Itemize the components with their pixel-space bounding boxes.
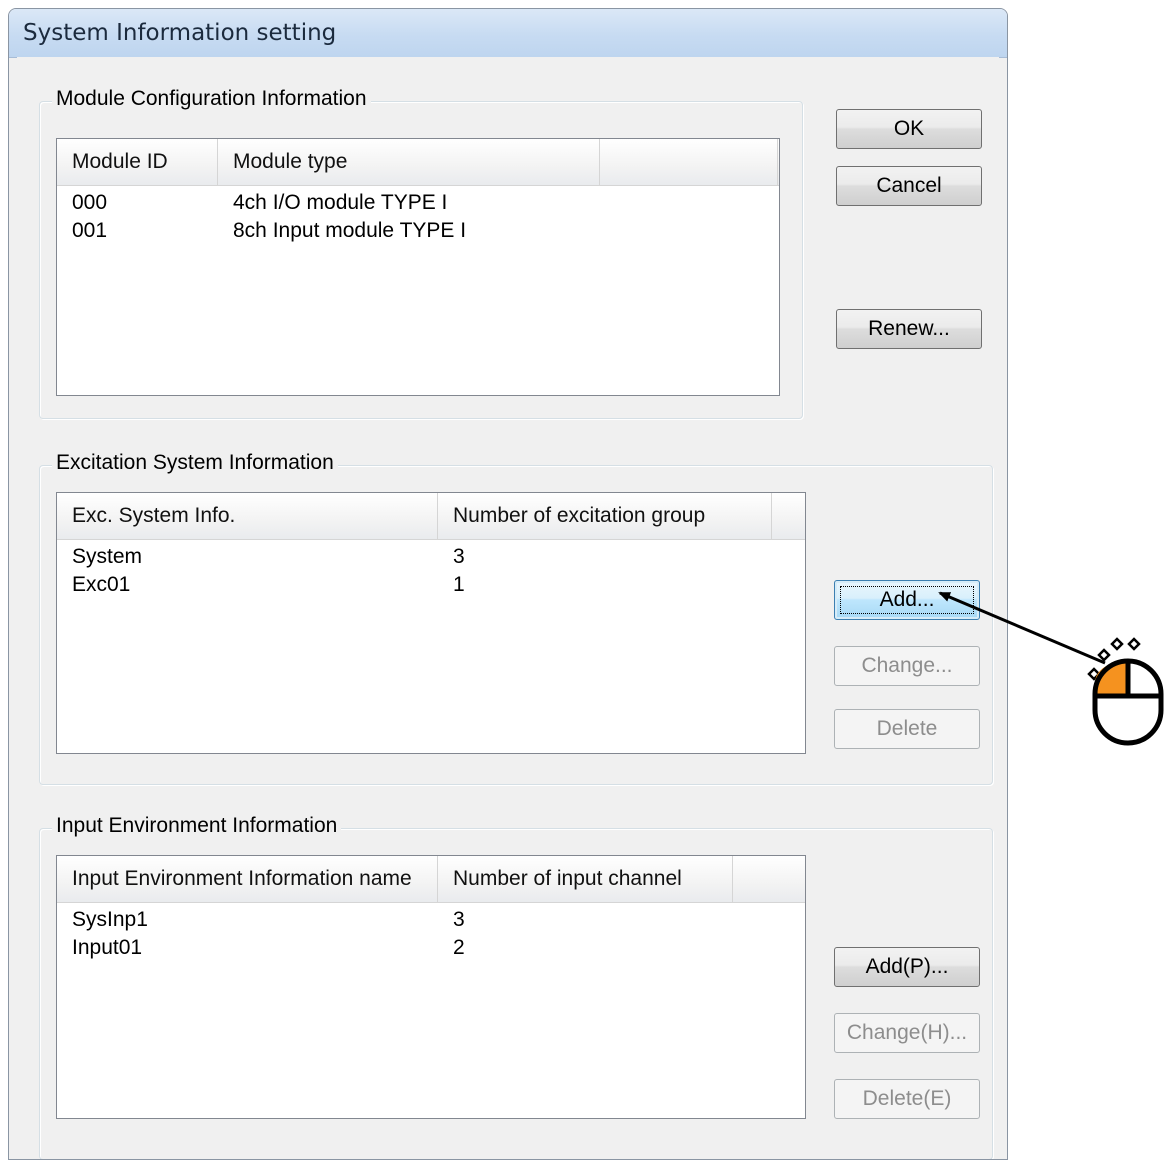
table-row[interactable]: Exc01 1 bbox=[57, 571, 805, 599]
input-channel-count-cell: 2 bbox=[453, 936, 465, 959]
excitation-system-legend: Excitation System Information bbox=[52, 451, 338, 475]
column-header-module-type[interactable]: Module type bbox=[218, 139, 600, 185]
excitation-list-header: Exc. System Info. Number of excitation g… bbox=[57, 493, 805, 540]
column-header-exc-system-info[interactable]: Exc. System Info. bbox=[57, 493, 438, 539]
exc-system-name-cell: System bbox=[72, 545, 143, 568]
module-config-legend: Module Configuration Information bbox=[52, 87, 371, 111]
module-type-cell: 8ch Input module TYPE I bbox=[233, 219, 467, 242]
input-environment-list[interactable]: Input Environment Information name Numbe… bbox=[56, 855, 806, 1119]
input-environment-name-cell: Input01 bbox=[72, 936, 143, 959]
excitation-group-count-cell: 3 bbox=[453, 545, 465, 568]
module-type-cell: 4ch I/O module TYPE I bbox=[233, 191, 448, 214]
module-id-cell: 000 bbox=[72, 191, 108, 214]
pointer-arrow-icon bbox=[938, 591, 1106, 665]
table-row[interactable]: 001 8ch Input module TYPE I bbox=[57, 217, 779, 245]
input-delete-button[interactable]: Delete(E) bbox=[834, 1079, 980, 1119]
renew-button[interactable]: Renew... bbox=[836, 309, 982, 349]
input-environment-legend: Input Environment Information bbox=[52, 814, 342, 838]
module-config-group: Module Configuration Information Module … bbox=[39, 87, 803, 419]
input-environment-group: Input Environment Information Input Envi… bbox=[39, 814, 993, 1159]
dialog-title: System Information setting bbox=[23, 20, 337, 46]
module-list-header: Module ID Module type bbox=[57, 139, 779, 186]
mouse-left-click-icon bbox=[1085, 636, 1170, 746]
column-header-empty bbox=[600, 139, 778, 185]
column-header-number-of-excitation-group[interactable]: Number of excitation group bbox=[438, 493, 772, 539]
input-channel-count-cell: 3 bbox=[453, 908, 465, 931]
column-header-input-environment-name[interactable]: Input Environment Information name bbox=[57, 856, 438, 902]
cancel-button[interactable]: Cancel bbox=[836, 166, 982, 206]
excitation-system-group: Excitation System Information Exc. Syste… bbox=[39, 451, 993, 785]
table-row[interactable]: Input01 2 bbox=[57, 934, 805, 962]
exc-system-name-cell: Exc01 bbox=[72, 573, 131, 596]
ok-button[interactable]: OK bbox=[836, 109, 982, 149]
excitation-group-count-cell: 1 bbox=[453, 573, 465, 596]
table-row[interactable]: 000 4ch I/O module TYPE I bbox=[57, 189, 779, 217]
input-environment-name-cell: SysInp1 bbox=[72, 908, 148, 931]
column-header-number-of-input-channel[interactable]: Number of input channel bbox=[438, 856, 733, 902]
excitation-delete-button[interactable]: Delete bbox=[834, 709, 980, 749]
table-row[interactable]: System 3 bbox=[57, 543, 805, 571]
dialog-client-area: Module Configuration Information Module … bbox=[17, 57, 999, 1159]
input-change-button[interactable]: Change(H)... bbox=[834, 1013, 980, 1053]
column-header-module-id[interactable]: Module ID bbox=[57, 139, 218, 185]
input-add-button[interactable]: Add(P)... bbox=[834, 947, 980, 987]
excitation-list[interactable]: Exc. System Info. Number of excitation g… bbox=[56, 492, 806, 754]
title-bar[interactable]: System Information setting bbox=[9, 9, 1007, 58]
system-information-dialog: System Information setting Module Config… bbox=[8, 8, 1008, 1160]
table-row[interactable]: SysInp1 3 bbox=[57, 906, 805, 934]
module-id-cell: 001 bbox=[72, 219, 108, 242]
input-environment-list-header: Input Environment Information name Numbe… bbox=[57, 856, 805, 903]
module-list[interactable]: Module ID Module type 000 4ch I/O module… bbox=[56, 138, 780, 396]
